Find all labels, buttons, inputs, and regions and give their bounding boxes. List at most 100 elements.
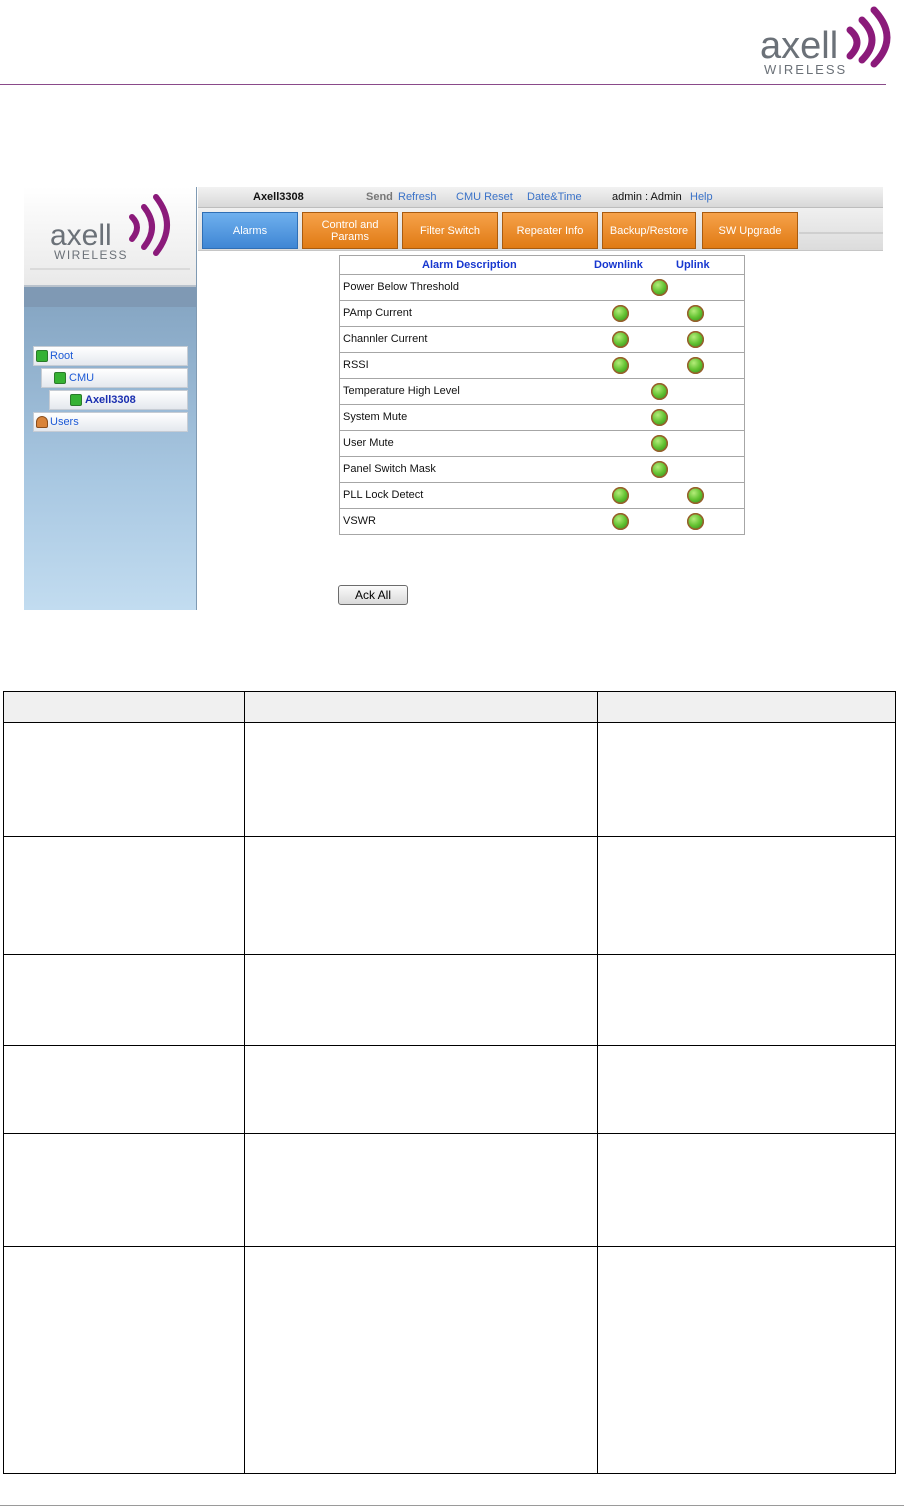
tab-sw-upgrade[interactable]: SW Upgrade (702, 212, 798, 249)
sidebar: axell WIRELESS Root CMU Axell3308 Users (24, 187, 197, 610)
axell-logo-icon: axell WIRELESS (30, 194, 190, 270)
tab-bar-rest (799, 232, 883, 234)
tree-item-device[interactable]: Axell3308 (49, 390, 188, 410)
device-node-icon (70, 394, 82, 406)
alarm-row: RSSI (340, 352, 744, 378)
col-downlink: Downlink (594, 259, 643, 271)
tree-item-label: CMU (69, 372, 95, 384)
tab-control-params[interactable]: Control and Params (302, 212, 398, 249)
table-row (3, 722, 896, 837)
downlink-status-led-icon (612, 487, 629, 504)
alarm-description: User Mute (343, 437, 394, 449)
tab-bar: Alarms Control and Params Filter Switch … (198, 208, 883, 251)
table-cell (597, 722, 896, 837)
logo-tagline: WIRELESS (764, 62, 847, 77)
cmu-reset-link[interactable]: CMU Reset (456, 187, 513, 207)
table-cell (3, 1045, 245, 1134)
device-tree: Root CMU Axell3308 Users (33, 346, 188, 434)
status-led-icon (651, 435, 668, 452)
table-row (3, 1246, 896, 1474)
date-time-link[interactable]: Date&Time (527, 187, 582, 207)
tab-filter-switch[interactable]: Filter Switch (402, 212, 498, 249)
table-cell (3, 1133, 245, 1247)
table-cell (597, 1246, 896, 1474)
tree-item-cmu[interactable]: CMU (41, 368, 188, 388)
table-cell (597, 691, 896, 723)
sidebar-band (24, 287, 196, 307)
downlink-status-led-icon (612, 331, 629, 348)
alarm-row: Power Below Threshold (340, 274, 744, 300)
tree-item-label: Axell3308 (85, 394, 136, 406)
table-cell (243, 722, 599, 837)
tree-item-label: Root (50, 350, 74, 362)
alarm-description: RSSI (343, 359, 369, 371)
axell-wireless-logo: axell WIRELESS (760, 6, 891, 77)
table-cell (243, 954, 599, 1046)
table-cell (243, 1133, 599, 1247)
alarm-row: User Mute (340, 430, 744, 456)
table-cell (597, 1045, 896, 1134)
help-link[interactable]: Help (690, 187, 713, 207)
col-uplink: Uplink (676, 259, 710, 271)
table-cell (597, 954, 896, 1046)
tab-repeater-info[interactable]: Repeater Info (502, 212, 598, 249)
status-led-icon (651, 279, 668, 296)
alarm-table-header: Alarm Description Downlink Uplink (340, 256, 744, 274)
alarm-description: PLL Lock Detect (343, 489, 424, 501)
uplink-status-led-icon (687, 487, 704, 504)
alarm-description: Temperature High Level (343, 385, 460, 397)
alarm-row: PLL Lock Detect (340, 482, 744, 508)
alarm-description: PAmp Current (343, 307, 412, 319)
alarm-description: System Mute (343, 411, 408, 423)
table-cell (3, 954, 245, 1046)
alarms-panel: Alarm Description Downlink Uplink Power … (198, 251, 883, 610)
ack-all-button[interactable]: Ack All (338, 585, 408, 605)
table-cell (243, 691, 599, 723)
tree-item-label: Users (50, 416, 79, 428)
tree-item-users[interactable]: Users (33, 412, 188, 432)
table-row (3, 954, 896, 1046)
table-row (3, 836, 896, 955)
alarm-row: Panel Switch Mask (340, 456, 744, 482)
alarm-description: Power Below Threshold (343, 281, 459, 293)
status-led-icon (651, 461, 668, 478)
current-user: admin : Admin (612, 191, 682, 203)
device-name: Axell3308 (253, 191, 304, 203)
alarm-description: Panel Switch Mask (343, 463, 436, 475)
send-link[interactable]: Send (366, 187, 393, 207)
table-row (3, 1045, 896, 1134)
downlink-status-led-icon (612, 357, 629, 374)
alarm-table: Alarm Description Downlink Uplink Power … (339, 255, 745, 535)
uplink-status-led-icon (687, 357, 704, 374)
table-cell (3, 691, 245, 723)
alarm-row: System Mute (340, 404, 744, 430)
downlink-status-led-icon (612, 513, 629, 530)
table-header-row (3, 691, 896, 723)
table-cell (243, 836, 599, 955)
refresh-link[interactable]: Refresh (398, 187, 437, 207)
table-cell (597, 836, 896, 955)
document-table (3, 691, 896, 1474)
table-cell (243, 1246, 599, 1474)
status-led-icon (651, 383, 668, 400)
footer-rule (0, 1505, 904, 1506)
table-cell (3, 722, 245, 837)
app-screenshot: axell WIRELESS Root CMU Axell3308 Users … (24, 187, 883, 610)
svg-text:WIRELESS: WIRELESS (54, 248, 128, 262)
tab-backup-restore[interactable]: Backup/Restore (602, 212, 696, 249)
alarm-row: PAmp Current (340, 300, 744, 326)
status-led-icon (651, 409, 668, 426)
tab-alarms[interactable]: Alarms (202, 212, 298, 249)
alarm-row: Channler Current (340, 326, 744, 352)
col-alarm-description: Alarm Description (422, 259, 517, 271)
downlink-status-led-icon (612, 305, 629, 322)
alarm-description: VSWR (343, 515, 376, 527)
root-node-icon (36, 350, 48, 362)
tree-item-root[interactable]: Root (33, 346, 188, 366)
table-cell (3, 836, 245, 955)
alarm-row: VSWR (340, 508, 744, 534)
uplink-status-led-icon (687, 305, 704, 322)
header-rule (0, 84, 886, 85)
alarm-row: Temperature High Level (340, 378, 744, 404)
users-icon (36, 416, 48, 428)
